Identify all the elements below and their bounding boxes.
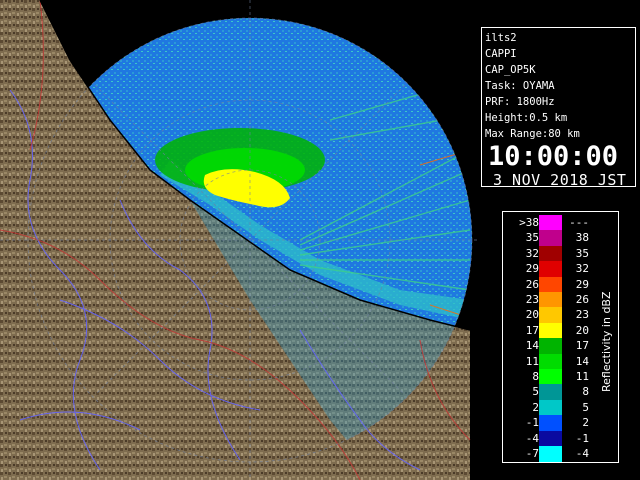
legend-high-value: -1: [575, 431, 589, 445]
legend-row: 11 14: [503, 353, 603, 370]
legend-low-value: 20: [525, 308, 539, 322]
legend-high-value: 26: [575, 293, 589, 306]
product-name: CAPPI: [485, 48, 517, 60]
legend-high-value: 23: [575, 308, 589, 322]
legend-row: -7 -4: [503, 446, 603, 462]
legend-swatch: [539, 399, 562, 416]
color-legend: >38 --- 35 38 32 35 29 32 26 29 23 26 20 23 17 20 14 17 11…: [502, 211, 619, 463]
legend-low-value: 2: [532, 400, 539, 414]
legend-low-value: 11: [525, 354, 539, 368]
legend-row: 23 26: [503, 292, 603, 308]
legend-swatch: [539, 292, 562, 308]
legend-swatch: [539, 307, 562, 324]
legend-row: 8 11: [503, 369, 603, 385]
legend-low-value: 17: [525, 323, 539, 337]
legend-swatch: [539, 230, 562, 247]
legend-row: 35 38: [503, 230, 603, 247]
legend-low-value: 23: [525, 293, 539, 306]
legend-high-value: 8: [582, 385, 589, 399]
legend-row: 32 35: [503, 245, 603, 262]
prf-value: PRF: 1800Hz: [485, 96, 555, 108]
legend-swatch: [539, 261, 562, 278]
legend-high-value: 2: [582, 416, 589, 430]
legend-low-value: -1: [525, 416, 539, 430]
legend-row: 26 29: [503, 276, 603, 293]
legend-high-value: 11: [575, 370, 589, 383]
legend-row: -4 -1: [503, 430, 603, 447]
legend-high-value: ---: [569, 216, 589, 229]
station-name: ilts2: [485, 32, 517, 44]
info-panel: ilts2 CAPPI CAP_OP5K Task: OYAMA PRF: 18…: [481, 27, 636, 189]
legend-high-value: 5: [582, 400, 589, 414]
legend-title: Reflectivity in dBZ: [600, 291, 613, 392]
legend-row: 17 20: [503, 322, 603, 339]
legend-high-value: -4: [575, 447, 589, 460]
legend-low-value: 29: [525, 262, 539, 276]
observation-time: 10:00:00: [488, 141, 619, 172]
legend-low-value: -4: [525, 431, 539, 445]
legend-low-value: 32: [525, 246, 539, 260]
legend-low-value: 14: [525, 339, 539, 353]
legend-high-value: 38: [575, 231, 589, 245]
legend-low-value: 26: [525, 277, 539, 291]
max-range-value: Max Range:80 km: [485, 128, 580, 140]
legend-high-value: 20: [575, 323, 589, 337]
legend-high-value: 32: [575, 262, 589, 276]
observation-date: 3 NOV 2018 JST: [493, 171, 627, 189]
height-value: Height:0.5 km: [485, 112, 568, 124]
legend-swatch: [539, 276, 562, 293]
legend-swatch: [539, 338, 562, 355]
legend-row: 58: [503, 384, 603, 401]
legend-swatch: [539, 245, 562, 262]
legend-row: >38 ---: [503, 215, 603, 231]
legend-row: 20 23: [503, 307, 603, 324]
legend-row: 25: [503, 399, 603, 416]
legend-high-value: 14: [575, 354, 589, 368]
legend-row: -1 2: [503, 415, 603, 432]
legend-swatch: [539, 430, 562, 447]
legend-row: 29 32: [503, 261, 603, 278]
legend-row: 14 17: [503, 338, 603, 355]
legend-low-value: 8: [532, 370, 539, 383]
legend-swatch: [539, 446, 562, 462]
legend-high-value: 17: [575, 339, 589, 353]
legend-low-value: >38: [519, 216, 539, 229]
legend-low-value: -7: [525, 447, 539, 460]
legend-swatch: [539, 415, 562, 432]
legend-swatch: [539, 353, 562, 370]
legend-swatch: [539, 322, 562, 339]
legend-high-value: 29: [575, 277, 589, 291]
legend-low-value: 35: [525, 231, 539, 245]
radar-map: [0, 0, 480, 480]
legend-swatch: [539, 215, 562, 231]
legend-high-value: 35: [575, 246, 589, 260]
legend-swatch: [539, 369, 562, 385]
legend-swatch: [539, 384, 562, 401]
task-name: Task: OYAMA: [485, 80, 555, 92]
operation-name: CAP_OP5K: [485, 64, 536, 76]
legend-low-value: 5: [532, 385, 539, 399]
